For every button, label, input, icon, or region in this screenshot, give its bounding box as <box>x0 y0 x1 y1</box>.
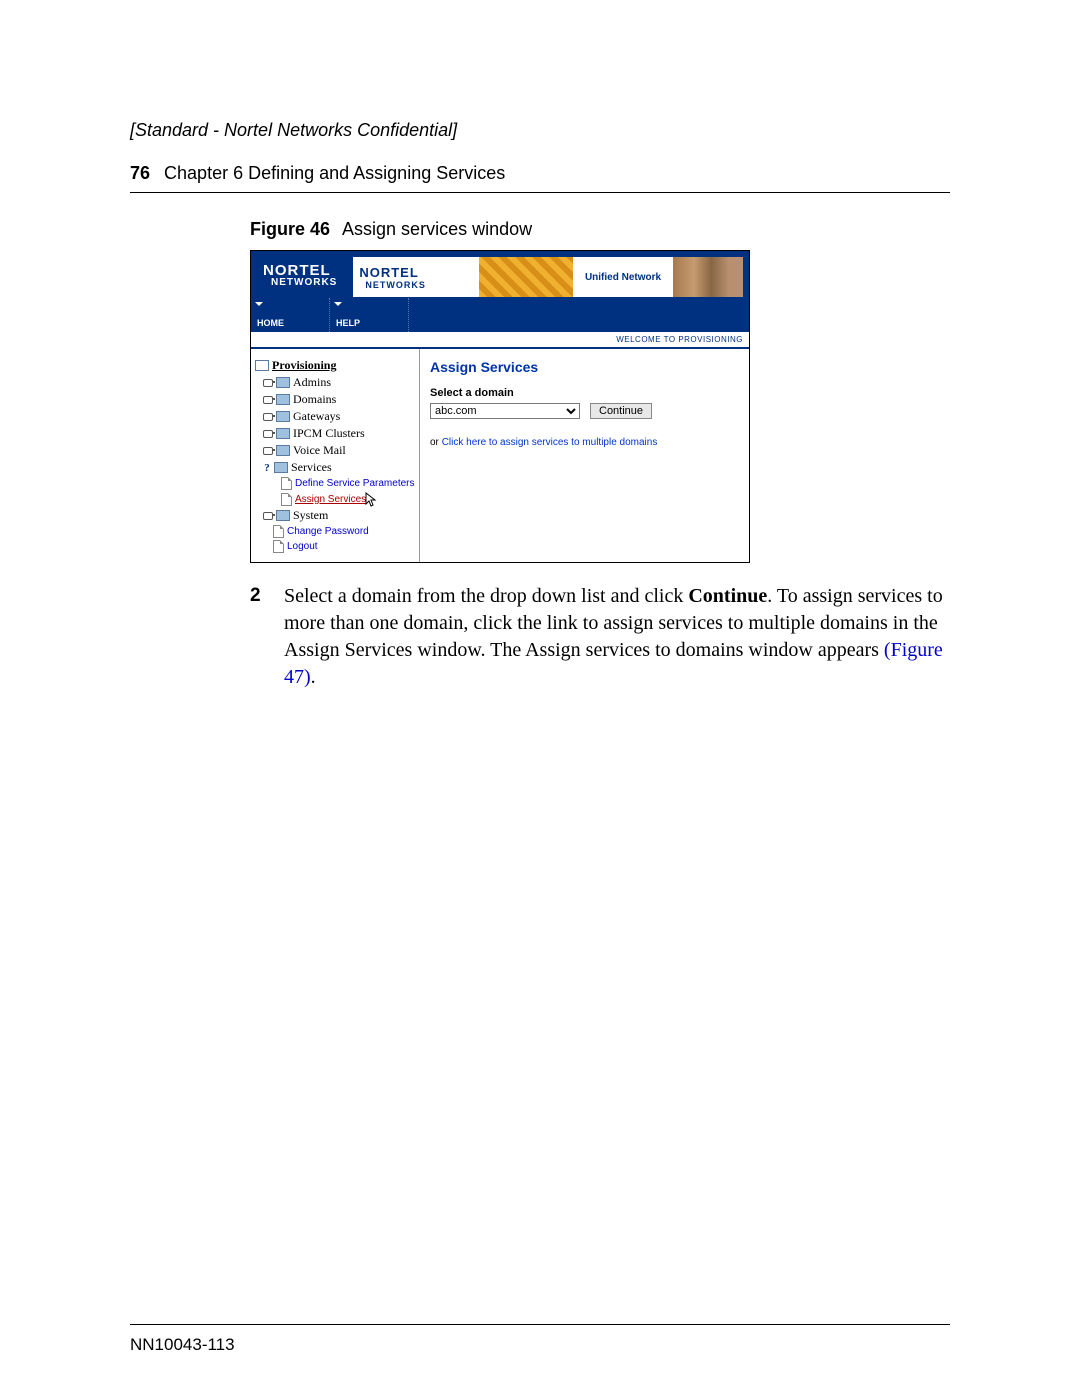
app-header: NORTEL NETWORKS NORTEL NETWORKS Unified … <box>251 251 749 298</box>
page-footer: NN10043-113 <box>130 1324 950 1355</box>
tree-item-logout[interactable]: Logout <box>255 539 415 554</box>
step-text-1: Select a domain from the drop down list … <box>284 585 688 607</box>
tree-label: Admins <box>293 375 331 390</box>
figure-label: Figure 46 <box>250 219 330 239</box>
banner-photo <box>673 257 743 297</box>
step-2: 2 Select a domain from the drop down lis… <box>250 583 950 691</box>
figure-title: Assign services window <box>342 219 532 239</box>
tree-item-ipcm[interactable]: IPCM Clusters <box>255 425 415 442</box>
header-logo: NORTEL NETWORKS <box>257 257 343 298</box>
or-text: or <box>430 437 439 448</box>
cursor-icon <box>365 492 377 506</box>
folder-icon <box>276 510 290 521</box>
key-icon <box>263 447 273 455</box>
chapter-title: Chapter 6 Defining and Assigning Service… <box>164 163 505 183</box>
tree-item-system[interactable]: System <box>255 507 415 524</box>
confidential-notice: [Standard - Nortel Networks Confidential… <box>130 120 950 141</box>
folder-icon <box>276 428 290 439</box>
key-icon <box>263 413 273 421</box>
tree-item-services[interactable]: ? Services <box>255 459 415 476</box>
chapter-line: 76 Chapter 6 Defining and Assigning Servi… <box>130 163 950 184</box>
screenshot-window: NORTEL NETWORKS NORTEL NETWORKS Unified … <box>250 250 750 563</box>
menu-help-label: HELP <box>330 318 408 332</box>
domain-select[interactable]: abc.com <box>430 403 580 419</box>
page-number: 76 <box>130 163 150 183</box>
step-number: 2 <box>250 583 284 691</box>
tree-item-voicemail[interactable]: Voice Mail <box>255 442 415 459</box>
select-domain-label: Select a domain <box>430 387 739 399</box>
tree-item-assign-services[interactable]: Assign Services <box>255 491 415 507</box>
folder-icon <box>276 411 290 422</box>
key-icon <box>263 379 273 387</box>
header-banner: NORTEL NETWORKS Unified Network <box>353 257 743 297</box>
tree-item-define-params[interactable]: Define Service Parameters <box>255 476 415 491</box>
banner-logo-line1: NORTEL <box>359 265 479 280</box>
tree-label: Define Service Parameters <box>295 478 415 489</box>
tree-label: Voice Mail <box>293 443 346 458</box>
chevron-down-icon <box>334 302 342 306</box>
logo-line2: NETWORKS <box>271 278 337 288</box>
tree-label: Logout <box>287 541 318 552</box>
tree-label: System <box>293 508 328 523</box>
step-text: Select a domain from the drop down list … <box>284 583 950 691</box>
folder-open-icon <box>255 360 269 371</box>
tree-item-admins[interactable]: Admins <box>255 374 415 391</box>
tree-label: IPCM Clusters <box>293 426 365 441</box>
page-icon <box>273 525 284 538</box>
app-body: Provisioning Admins Domains Gateways <box>251 349 749 562</box>
banner-logo-line2: NETWORKS <box>365 280 479 290</box>
continue-button[interactable] <box>590 403 652 419</box>
step-text-3: . <box>311 666 316 688</box>
folder-icon <box>274 462 288 473</box>
banner-tagline: Unified Network <box>573 272 673 283</box>
banner-logo: NORTEL NETWORKS <box>353 265 479 290</box>
key-icon <box>263 396 273 404</box>
multi-domain-link[interactable]: Click here to assign services to multipl… <box>442 437 658 448</box>
figure-caption: Figure 46 Assign services window <box>250 219 950 240</box>
folder-icon <box>276 377 290 388</box>
footer-rule <box>130 1324 950 1325</box>
folder-icon <box>276 394 290 405</box>
tree-label: Change Password <box>287 526 369 537</box>
tree-root[interactable]: Provisioning <box>255 357 415 374</box>
tree-item-domains[interactable]: Domains <box>255 391 415 408</box>
tree-label: Domains <box>293 392 336 407</box>
menu-spacer <box>408 298 749 332</box>
page-icon <box>281 477 292 490</box>
step-bold: Continue <box>688 585 767 607</box>
menu-home[interactable]: HOME <box>251 298 329 332</box>
menu-home-label: HOME <box>251 318 329 332</box>
tree-item-change-password[interactable]: Change Password <box>255 524 415 539</box>
folder-icon <box>276 445 290 456</box>
logo-line1: NORTEL <box>263 263 337 278</box>
menu-bar: HOME HELP <box>251 298 749 332</box>
banner-pattern <box>479 257 573 297</box>
document-id: NN10043-113 <box>130 1335 950 1355</box>
content-pane: Assign Services Select a domain abc.com … <box>420 349 749 562</box>
welcome-bar: WELCOME TO PROVISIONING <box>251 332 749 349</box>
chevron-down-icon <box>255 302 263 306</box>
page-icon <box>273 540 284 553</box>
header-rule <box>130 192 950 193</box>
tree-item-gateways[interactable]: Gateways <box>255 408 415 425</box>
key-icon <box>263 512 273 520</box>
tree-root-label: Provisioning <box>272 358 336 373</box>
menu-help[interactable]: HELP <box>329 298 408 332</box>
tree-label: Services <box>291 460 332 475</box>
key-icon <box>263 430 273 438</box>
page-icon <box>281 493 292 506</box>
tree-label: Gateways <box>293 409 340 424</box>
tree-label: Assign Services <box>295 494 366 505</box>
content-title: Assign Services <box>430 359 739 375</box>
nav-tree: Provisioning Admins Domains Gateways <box>251 349 420 562</box>
or-line: or Click here to assign services to mult… <box>430 437 739 448</box>
expand-icon: ? <box>263 462 271 474</box>
